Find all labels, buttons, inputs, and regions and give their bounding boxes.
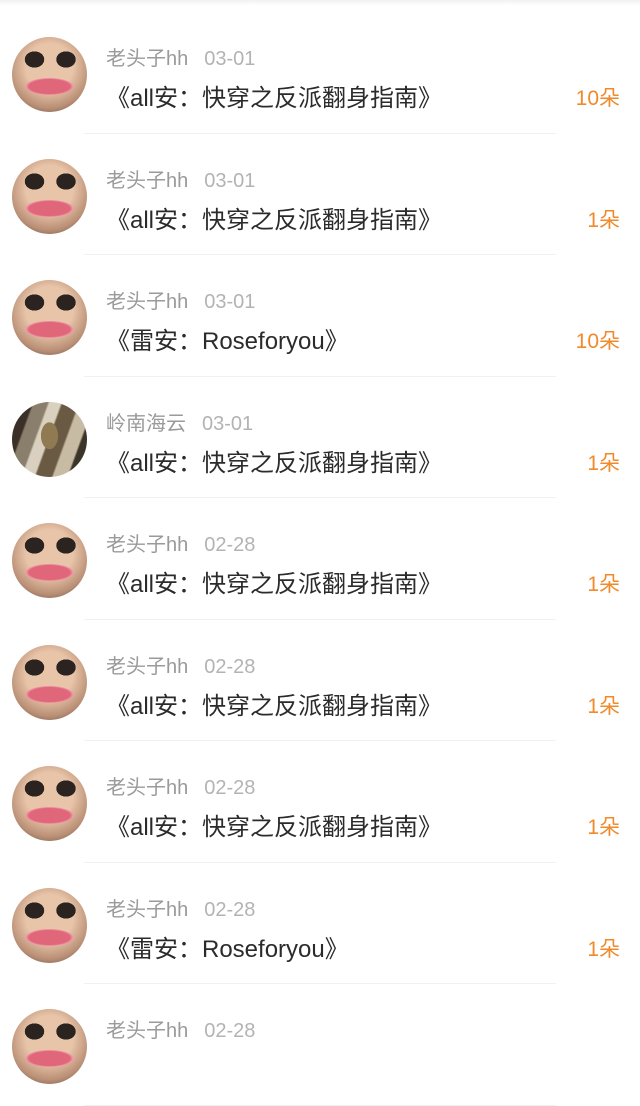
avatar[interactable] xyxy=(12,766,87,841)
list-item[interactable]: 老头子hh 03-01 《all安：快穿之反派翻身指南》 1朵 xyxy=(0,134,640,256)
item-meta: 老头子hh 02-28 xyxy=(106,528,255,557)
item-meta: 老头子hh 03-01 xyxy=(106,42,255,71)
book-title: 《all安：快穿之反派翻身指南》 xyxy=(106,206,443,234)
user-name[interactable]: 老头子hh xyxy=(106,777,188,799)
book-title: 《all安：快穿之反派翻身指南》 xyxy=(106,814,443,841)
item-date: 02-28 xyxy=(204,777,256,799)
flower-amount: 10朵 xyxy=(575,87,620,110)
flower-amount: 1朵 xyxy=(587,937,620,961)
item-meta: 老头子hh 02-28 xyxy=(106,650,255,679)
avatar[interactable] xyxy=(12,280,87,355)
book-title: 《all安：快穿之反派翻身指南》 xyxy=(106,449,443,477)
user-name[interactable]: 老头子hh xyxy=(106,1020,188,1042)
avatar[interactable] xyxy=(12,1009,87,1084)
book-title: 《all安：快穿之反派翻身指南》 xyxy=(106,571,443,598)
flower-amount: 1朵 xyxy=(587,816,620,839)
book-title: 《雷安：Roseforyou》 xyxy=(106,935,349,963)
item-date: 02-28 xyxy=(204,898,256,921)
user-name[interactable]: 岭南海云 xyxy=(106,413,186,435)
item-date: 02-28 xyxy=(204,1020,256,1042)
avatar[interactable] xyxy=(12,523,87,598)
avatar[interactable] xyxy=(12,887,87,963)
list-item[interactable]: 岭南海云 03-01 《all安：快穿之反派翻身指南》 1朵 xyxy=(0,377,640,499)
flower-amount: 1朵 xyxy=(587,451,620,475)
item-date: 03-01 xyxy=(204,169,256,192)
item-meta: 老头子hh 02-28 xyxy=(106,1014,255,1043)
flower-amount: 1朵 xyxy=(587,694,620,718)
flower-amount: 10朵 xyxy=(575,330,620,353)
list-item[interactable]: 老头子hh 03-01 《all安：快穿之反派翻身指南》 10朵 xyxy=(0,12,640,134)
list-item[interactable]: 老头子hh 03-01 《雷安：Roseforyou》 10朵 xyxy=(0,255,640,377)
flower-amount: 1朵 xyxy=(587,573,620,596)
book-title: 《雷安：Roseforyou》 xyxy=(106,328,349,355)
avatar[interactable] xyxy=(12,37,87,112)
book-title: 《all安：快穿之反派翻身指南》 xyxy=(106,85,443,112)
item-meta: 老头子hh 03-01 xyxy=(106,164,255,193)
avatar[interactable] xyxy=(12,401,87,477)
flower-amount: 1朵 xyxy=(587,208,620,232)
item-meta: 老头子hh 02-28 xyxy=(106,771,255,800)
user-name[interactable]: 老头子hh xyxy=(106,656,188,678)
book-title: 《all安：快穿之反派翻身指南》 xyxy=(106,692,443,720)
item-meta: 老头子hh 02-28 xyxy=(106,893,255,922)
list-item[interactable]: 老头子hh 02-28 《all安：快穿之反派翻身指南》 1朵 xyxy=(0,741,640,863)
avatar[interactable] xyxy=(12,644,87,720)
list-item[interactable]: 老头子hh 02-28 《all安：快穿之反派翻身指南》 1朵 xyxy=(0,620,640,742)
item-date: 02-28 xyxy=(204,655,256,678)
list-item[interactable]: 老头子hh 02-28 《all安：快穿之反派翻身指南》 1朵 xyxy=(0,498,640,620)
item-date: 02-28 xyxy=(204,534,256,556)
user-name[interactable]: 老头子hh xyxy=(106,899,188,921)
top-edge-divider xyxy=(0,0,640,6)
item-date: 03-01 xyxy=(202,412,254,435)
item-date: 03-01 xyxy=(204,48,256,70)
user-name[interactable]: 老头子hh xyxy=(106,291,188,313)
item-date: 03-01 xyxy=(204,291,256,313)
gift-record-list: 老头子hh 03-01 《all安：快穿之反派翻身指南》 10朵 老头子hh 03-… xyxy=(0,12,640,1106)
item-meta: 老头子hh 03-01 xyxy=(106,285,255,314)
list-item[interactable]: 老头子hh 02-28 《雷安：Roseforyou》 1朵 xyxy=(0,863,640,985)
item-meta: 岭南海云 03-01 xyxy=(106,407,253,436)
avatar[interactable] xyxy=(12,158,87,234)
user-name[interactable]: 老头子hh xyxy=(106,170,188,192)
list-item[interactable]: 老头子hh 02-28 xyxy=(0,984,640,1106)
user-name[interactable]: 老头子hh xyxy=(106,534,188,556)
user-name[interactable]: 老头子hh xyxy=(106,48,188,70)
